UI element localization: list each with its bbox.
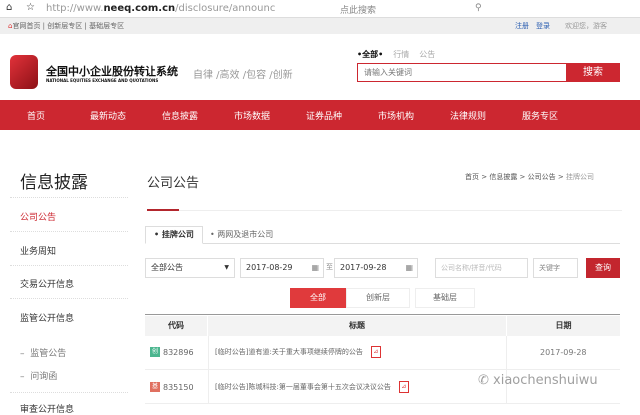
watermark-text: xiaochenshuiwu — [493, 373, 598, 388]
sidebar-item-regulatory-info[interactable]: 监管公开信息 — [20, 311, 74, 324]
top-links-bar: ⌂官网首页 | 创新层专区 | 基础层专区 注册 登录 欢迎您，游客 — [0, 18, 640, 34]
tab-delisted-companies[interactable]: • 两网及退市公司 — [210, 229, 273, 240]
date-to-input[interactable]: 2017-09-28 ▦ — [334, 258, 418, 278]
nav-rules[interactable]: 法律规则 — [432, 109, 504, 122]
breadcrumb-home[interactable]: 首页 — [465, 173, 479, 181]
column-header-date[interactable]: 日期 — [507, 316, 620, 336]
chevron-down-icon: ▼ — [224, 264, 229, 271]
sidebar-item-review-info[interactable]: 审查公开信息 — [20, 402, 74, 415]
segment-innovation[interactable]: 创新层 — [346, 288, 410, 308]
nav-services[interactable]: 服务专区 — [504, 109, 576, 122]
page-title: 公司公告 — [147, 176, 200, 191]
keyword-input[interactable]: 关键字 — [533, 258, 578, 278]
row-title-link[interactable]: [临时公告]陈城科技:第一届董事会第十五次会议决议公告 ⊿ — [215, 381, 409, 393]
date-value: 2017-08-29 — [246, 263, 293, 272]
scope-tab-announcements[interactable]: 公告 — [419, 49, 435, 60]
calendar-icon[interactable]: ▦ — [311, 259, 319, 277]
row-date: 2017-09-28 — [540, 348, 587, 357]
nav-market-data[interactable]: 市场数据 — [216, 109, 288, 122]
pdf-icon[interactable]: ⊿ — [370, 346, 381, 358]
welcome-text: 欢迎您，游客 — [565, 22, 607, 30]
breadcrumb-disclosure[interactable]: 信息披露 — [489, 173, 517, 181]
browser-search-input[interactable]: 点此搜索 — [340, 3, 376, 16]
announcement-type-select[interactable]: 全部公告 ▼ — [145, 258, 235, 278]
innovation-badge-icon: 创 — [150, 347, 160, 357]
date-range-separator: 至 — [326, 263, 333, 271]
breadcrumb: 首页 > 信息披露 > 公司公告 > 挂牌公司 — [465, 173, 594, 181]
sidebar-item-trading-info[interactable]: 交易公开信息 — [20, 277, 74, 290]
nav-disclosure[interactable]: 信息披露 — [144, 109, 216, 122]
basic-badge-icon: 基 — [150, 382, 160, 392]
nav-home[interactable]: 首页 — [0, 109, 72, 122]
breadcrumb-current: 挂牌公司 — [565, 173, 594, 181]
sidebar-item-business-notices[interactable]: 业务周知 — [20, 244, 56, 257]
sidebar-title: 信息披露 — [20, 173, 88, 193]
pdf-icon[interactable]: ⊿ — [398, 381, 409, 393]
segment-basic[interactable]: 基础层 — [415, 288, 475, 308]
home-icon[interactable]: ⌂ — [6, 2, 12, 13]
row-title: [临时公告]道有道:关于重大事项继续停牌的公告 — [215, 348, 363, 356]
browser-address-bar: ⌂ ☆ http://www.neeq.com.cn/disclosure/an… — [0, 0, 640, 18]
date-value: 2017-09-28 — [340, 263, 387, 272]
nav-institutions[interactable]: 市场机构 — [360, 109, 432, 122]
logo-text: 全国中小企业股份转让系统 — [46, 65, 178, 78]
column-header-code[interactable]: 代码 — [145, 316, 207, 336]
scope-tab-all[interactable]: •全部• — [357, 49, 383, 60]
main-nav: 首页 最新动态 信息披露 市场数据 证券品种 市场机构 法律规则 服务专区 — [0, 100, 640, 130]
search-scope-tabs: •全部• 行情 公告 — [357, 49, 435, 60]
site-search-input[interactable]: 请输入关键词 — [357, 63, 567, 82]
segment-all[interactable]: 全部 — [290, 288, 346, 308]
url-field[interactable]: http://www.neeq.com.cn/disclosure/announ… — [46, 1, 326, 17]
logo-icon — [10, 55, 38, 89]
calendar-icon[interactable]: ▦ — [405, 259, 413, 277]
register-link[interactable]: 注册 — [515, 18, 529, 34]
sidebar-subitem-inquiry-letters[interactable]: – 问询函 — [20, 369, 57, 382]
sidebar-subitem-regulatory-notices[interactable]: – 监管公告 — [20, 346, 66, 359]
subitem-label: 问询函 — [30, 372, 58, 382]
column-header-title[interactable]: 标题 — [208, 316, 506, 336]
nav-news[interactable]: 最新动态 — [72, 109, 144, 122]
row-code[interactable]: 835150 — [163, 383, 194, 392]
subitem-label: 监管公告 — [30, 349, 67, 359]
top-links[interactable]: 官网首页 | 创新层专区 | 基础层专区 — [12, 22, 124, 30]
query-button[interactable]: 查询 — [586, 258, 620, 278]
search-icon[interactable]: ⚲ — [475, 3, 482, 13]
logo-subtitle: NATIONAL EQUITIES EXCHANGE AND QUOTATION… — [46, 78, 159, 83]
watermark: ✆ xiaochenshuiwu — [478, 373, 598, 388]
row-title-link[interactable]: [临时公告]道有道:关于重大事项继续停牌的公告 ⊿ — [215, 346, 381, 358]
table-row: 创 832896 [临时公告]道有道:关于重大事项继续停牌的公告 ⊿ 2017-0… — [145, 336, 620, 370]
login-link[interactable]: 登录 — [536, 18, 550, 34]
sidebar-item-company-announcements[interactable]: 公司公告 — [20, 210, 56, 223]
nav-securities[interactable]: 证券品种 — [288, 109, 360, 122]
date-from-input[interactable]: 2017-08-29 ▦ — [240, 258, 324, 278]
select-value: 全部公告 — [151, 263, 183, 272]
site-search-button[interactable]: 搜索 — [566, 63, 620, 82]
slogan: 自律 /高效 /包容 /创新 — [193, 70, 293, 81]
scope-tab-quotes[interactable]: 行情 — [393, 49, 409, 60]
company-search-input[interactable]: 公司名称/拼音/代码 — [435, 258, 528, 278]
title-underline — [147, 209, 179, 211]
breadcrumb-announcements[interactable]: 公司公告 — [528, 173, 556, 181]
row-title: [临时公告]陈城科技:第一届董事会第十五次会议决议公告 — [215, 383, 391, 391]
row-code[interactable]: 832896 — [163, 348, 194, 357]
favorite-icon[interactable]: ☆ — [26, 2, 35, 13]
tab-listed-companies[interactable]: • 挂牌公司 — [145, 226, 203, 244]
